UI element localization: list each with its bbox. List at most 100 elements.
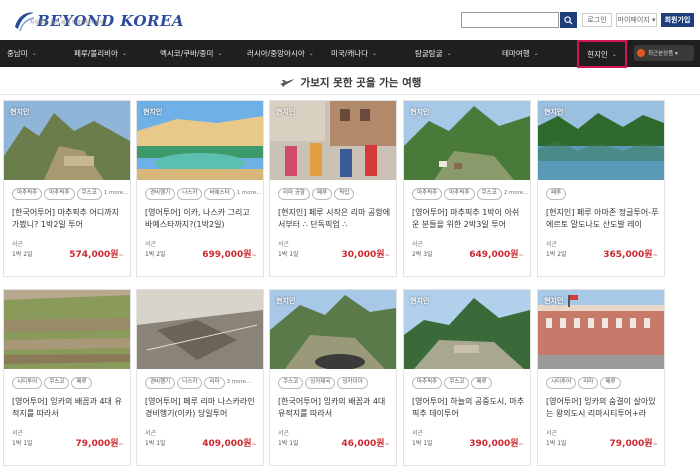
price-value: 409,000원 <box>202 439 252 449</box>
product-title[interactable]: [영어투어] 잉카의 숨결이 살아있는 왕의도시 리마시티투어+라 <box>546 396 660 420</box>
nav-item-tamgul[interactable]: 탐굴탐굴 ⌄ <box>415 40 452 67</box>
product-duration: 2박 3일 <box>412 251 433 258</box>
tag[interactable]: 쿠스코 <box>44 377 70 389</box>
tag[interactable]: 나스카 <box>177 377 203 389</box>
login-button[interactable]: 로그인 <box>582 13 612 27</box>
product-title[interactable]: [영어투어] 잉카의 배꼽과 4대 유적지를 따라서 <box>12 396 126 420</box>
tag[interactable]: 시티투어 <box>12 377 43 389</box>
tag[interactable]: 픽업 <box>334 188 355 200</box>
tag[interactable]: 리마 <box>204 377 225 389</box>
price-suffix: ~ <box>652 440 658 448</box>
signup-button[interactable]: 회원가입 <box>661 13 694 27</box>
tag[interactable]: 페루 <box>471 377 492 389</box>
tag[interactable]: 잉카이야 <box>337 377 368 389</box>
product-card[interactable]: 현지인 페루 [현지인] 페루 아마존 정글투어-푸에르토 말도나도 산도발 레… <box>537 100 665 277</box>
product-title[interactable]: [영어투어] 페루 리마 나스카라인 경비행기(이카) 당일투어 <box>145 396 259 420</box>
product-card[interactable]: 경비행기 나스카 리마 3 more... [영어투어] 페루 리마 나스카라인… <box>136 289 264 466</box>
tag-list: 리마 공항 페루 픽업 <box>278 188 396 200</box>
section-title: 가보지 못한 곳을 가는 여행 <box>300 76 422 89</box>
product-title[interactable]: [한국어투어] 마추픽추 어디까지 가봤니? 1박2일 투어 <box>12 207 126 231</box>
tag[interactable]: 페루 <box>546 188 567 200</box>
price-value: 46,000원 <box>341 439 385 449</box>
product-title[interactable]: [영어투어] 이카, 나스카 그리고 바예스타까지?(1박2일) <box>145 207 259 231</box>
product-card[interactable]: 현지인 마추픽추 마추픽추 쿠스코 2 more... [영어투어] 마추픽추 … <box>403 100 531 277</box>
product-origin: 서곤 <box>145 241 157 248</box>
product-card[interactable]: 현지인 마추픽추 쿠스코 페루 [영어투어] 하늘의 공중도시, 마추픽추 데이… <box>403 289 531 466</box>
local-badge: 현지인 <box>276 297 296 305</box>
product-title[interactable]: [현지인] 페루 아마존 정글투어-푸에르토 말도나도 산도발 레이 <box>546 207 660 231</box>
product-duration: 1박 1일 <box>412 440 433 447</box>
section-header: 가보지 못한 곳을 가는 여행 <box>0 72 700 92</box>
product-price: 30,000원~ <box>342 247 390 260</box>
price-suffix: ~ <box>251 440 257 448</box>
product-image <box>137 290 263 369</box>
tag[interactable]: 바예스타 <box>204 188 235 200</box>
mypage-dropdown[interactable]: 마이페이지 ▾ <box>616 13 657 27</box>
search-input[interactable] <box>461 12 559 28</box>
nav-item-latin-america[interactable]: 중남미 ⌄ <box>7 40 37 67</box>
tag[interactable]: 페루 <box>312 188 333 200</box>
tag-list: 마추픽추 마추픽추 쿠스코 1 more... <box>12 188 130 200</box>
nav-label: 테마여행 <box>502 49 530 58</box>
product-card[interactable]: 시티투어 쿠스코 페루 [영어투어] 잉카의 배꼽과 4대 유적지를 따라서 서… <box>3 289 131 466</box>
product-duration: 1박 1일 <box>12 440 33 447</box>
product-card[interactable]: 현지인 쿠스코 잉카제국 잉카이야 [한국어투어] 잉카의 배꼽과 4대 유적지… <box>269 289 397 466</box>
tag[interactable]: 경비행기 <box>145 188 176 200</box>
tag[interactable]: 잉카제국 <box>305 377 336 389</box>
chevron-down-icon: ⌄ <box>446 50 452 57</box>
local-badge: 현지인 <box>276 108 296 116</box>
nav-label: 멕시코/쿠바/중미 <box>160 49 214 58</box>
tag[interactable]: 쿠스코 <box>444 377 470 389</box>
tag[interactable]: 경비행기 <box>145 377 176 389</box>
search-button[interactable] <box>560 12 577 28</box>
tag[interactable]: 시티투어 <box>546 377 577 389</box>
product-origin: 서곤 <box>412 430 424 437</box>
nav-item-local[interactable]: 현지인 ⌄ <box>577 40 627 68</box>
nav-item-usa-canada[interactable]: 미국/캐나다 ⌄ <box>331 40 377 67</box>
nav-item-russia[interactable]: 러시아/중앙아시아 ⌄ <box>247 40 314 67</box>
tag[interactable]: 쿠스코 <box>476 188 502 200</box>
tag[interactable]: 쿠스코 <box>278 377 304 389</box>
product-price: 79,000원~ <box>610 436 658 449</box>
price-suffix: ~ <box>518 440 524 448</box>
product-title[interactable]: [영어투어] 하늘의 공중도시, 마추픽추 데이투어 <box>412 396 526 420</box>
product-image <box>4 290 130 369</box>
tag[interactable]: 마추픽추 <box>44 188 75 200</box>
chevron-down-icon: ⌄ <box>372 50 378 57</box>
price-suffix: ~ <box>518 251 524 259</box>
nav-item-theme-travel[interactable]: 테마여행 ⌄ <box>502 40 539 67</box>
price-value: 699,000원 <box>202 250 252 260</box>
product-origin: 서곤 <box>546 241 558 248</box>
tag[interactable]: 마추픽추 <box>444 188 475 200</box>
tag[interactable]: 마추픽추 <box>412 188 443 200</box>
product-title[interactable]: [영어투어] 마추픽추 1박이 아쉬운 분들을 위한 2박3일 투어 <box>412 207 526 231</box>
tag[interactable]: 나스카 <box>177 188 203 200</box>
product-card[interactable]: 현지인 리마 공항 페루 픽업 [현지인] 페루 시작은 리마 공항에서부터 ∴… <box>269 100 397 277</box>
tag[interactable]: 마추픽추 <box>412 377 443 389</box>
product-card[interactable]: 현지인 경비행기 나스카 바예스타 1 more... [영어투어] 이카, 나… <box>136 100 264 277</box>
product-price: 390,000원~ <box>469 436 524 449</box>
tag[interactable]: 페루 <box>71 377 92 389</box>
product-price: 79,000원~ <box>76 436 124 449</box>
tag-list: 페루 <box>546 188 664 200</box>
chevron-down-icon: ⌄ <box>217 50 223 57</box>
tag[interactable]: 페루 <box>600 377 621 389</box>
price-value: 30,000원 <box>341 250 385 260</box>
price-value: 649,000원 <box>469 250 519 260</box>
product-card[interactable]: 현지인 시티투어 리마 페루 [영어투어] 잉카의 숨결이 살아있는 왕의도시 … <box>537 289 665 466</box>
product-origin: 서곤 <box>145 430 157 437</box>
recent-products-dropdown[interactable]: 최근본상품 ▾ <box>634 45 694 61</box>
tag[interactable]: 마추픽추 <box>12 188 43 200</box>
tag[interactable]: 쿠스코 <box>76 188 102 200</box>
nav-item-mexico-cuba[interactable]: 멕시코/쿠바/중미 ⌄ <box>160 40 222 67</box>
product-title[interactable]: [한국어투어] 잉카의 배꼽과 4대 유적지를 따라서 <box>278 396 392 420</box>
product-title[interactable]: [현지인] 페루 시작은 리마 공항에서부터 ∴ 단독픽업 ∴ <box>278 207 392 231</box>
price-value: 79,000원 <box>609 439 653 449</box>
tag[interactable]: 리마 <box>578 377 599 389</box>
nav-item-peru-bolivia[interactable]: 페루/볼리비아 ⌄ <box>74 40 127 67</box>
tag[interactable]: 리마 공항 <box>278 188 310 200</box>
nav-label: 페루/볼리비아 <box>74 49 118 58</box>
recent-label: 최근본상품 ▾ <box>648 51 678 57</box>
product-card[interactable]: 현지인 마추픽추 마추픽추 쿠스코 1 more... [한국어투어] 마추픽추… <box>3 100 131 277</box>
local-badge: 현지인 <box>10 108 30 116</box>
